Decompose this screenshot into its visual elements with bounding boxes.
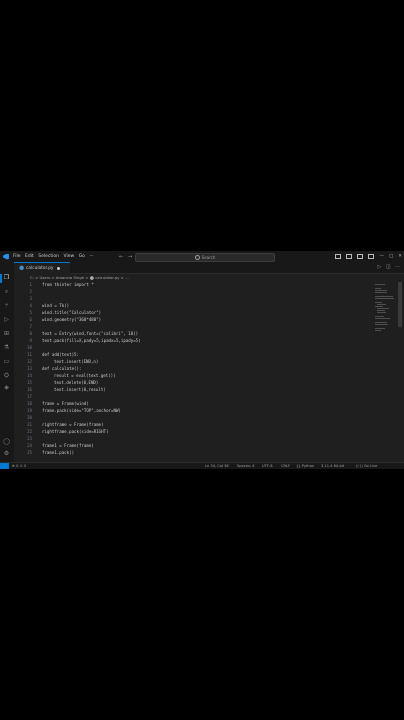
vscode-logo-icon [3,253,9,260]
problems-count[interactable]: ⊗ 0 ⚠ 0 [12,464,26,468]
activity-bar: ❐ ⌕ ⑂ ▷ ⊞ ⚗ ▭ ⛭ ◈ ◯ ⚙ [0,262,14,462]
code-editor[interactable]: 1 from tkinter import * 2 3 4 wind = Tk() … [14,282,374,462]
minimap[interactable] [374,282,396,342]
explorer-icon[interactable]: ❐ [3,274,10,281]
unsaved-dot-icon[interactable] [57,267,61,270]
encoding[interactable]: UTF-8 [262,464,272,468]
window-controls: — □ ✕ [330,251,402,262]
remote-indicator-icon[interactable] [0,463,9,469]
manage-gear-icon[interactable]: ⚙ [3,450,10,457]
indentation[interactable]: Spaces: 4 [237,464,254,468]
go-live-button[interactable]: ((·)) Go Live [356,464,377,468]
tab-calculator-py[interactable]: ⬤ calculator.py [14,262,70,274]
run-debug-icon[interactable]: ▷ [3,316,10,323]
language-mode[interactable]: {} Python [296,464,314,468]
menu-go[interactable]: Go [79,254,85,259]
extensions-icon[interactable]: ⊞ [3,330,10,337]
testing-icon[interactable]: ⚗ [3,344,10,351]
python-file-icon: ⬤ [19,266,25,271]
source-control-icon[interactable]: ⑂ [3,302,10,309]
toggle-primary-sidebar-icon[interactable] [335,253,342,260]
split-editor-icon[interactable]: ◫ [386,264,391,270]
active-indicator [0,274,2,283]
editor-actions: ▷ ◫ ··· [377,264,400,270]
toggle-panel-icon[interactable] [346,253,353,260]
breadcrumb[interactable]: C: > Users > Amancia Singh > ⬤ calculato… [30,275,129,280]
maximize-icon[interactable]: □ [389,254,393,259]
search-icon [194,254,200,260]
menu-edit[interactable]: Edit [25,254,34,259]
python-env-icon[interactable]: ◈ [3,384,10,391]
forward-arrow-icon[interactable]: → [128,254,132,260]
end-of-line[interactable]: CRLF [281,464,290,468]
vertical-scrollbar[interactable] [398,282,402,327]
back-arrow-icon[interactable]: ← [119,254,123,260]
vscode-window: File Edit Selection View Go ··· ← → Sear… [0,251,404,469]
toggle-secondary-sidebar-icon[interactable] [357,253,364,260]
tab-label: calculator.py [26,266,54,271]
editor-tabs: ⬤ calculator.py ▷ ◫ ··· [14,262,404,274]
close-icon[interactable]: ✕ [398,254,402,259]
search-view-icon[interactable]: ⌕ [3,288,10,295]
cursor-position[interactable]: Ln 34, Col 36 [205,464,229,468]
status-bar: ⊗ 0 ⚠ 0 Ln 34, Col 36 Spaces: 4 UTF-8 CR… [0,462,404,469]
remote-explorer-icon[interactable]: ▭ [3,358,10,365]
account-icon[interactable]: ◯ [3,438,10,445]
minimize-icon[interactable]: — [379,254,384,259]
search-placeholder: Search [201,254,216,260]
menu-selection[interactable]: Selection [38,254,59,259]
more-actions-icon[interactable]: ··· [395,264,400,270]
customize-layout-icon[interactable] [368,253,375,260]
menu-file[interactable]: File [13,254,21,259]
docker-icon[interactable]: ⛭ [3,372,10,379]
python-interpreter[interactable]: 3.11.4 64-bit [321,464,344,468]
run-file-icon[interactable]: ▷ [377,264,381,270]
menu-view[interactable]: View [64,254,75,259]
menu-more[interactable]: ··· [89,254,93,259]
command-center-search[interactable]: Search [135,253,275,262]
title-bar: File Edit Selection View Go ··· ← → Sear… [0,251,404,262]
